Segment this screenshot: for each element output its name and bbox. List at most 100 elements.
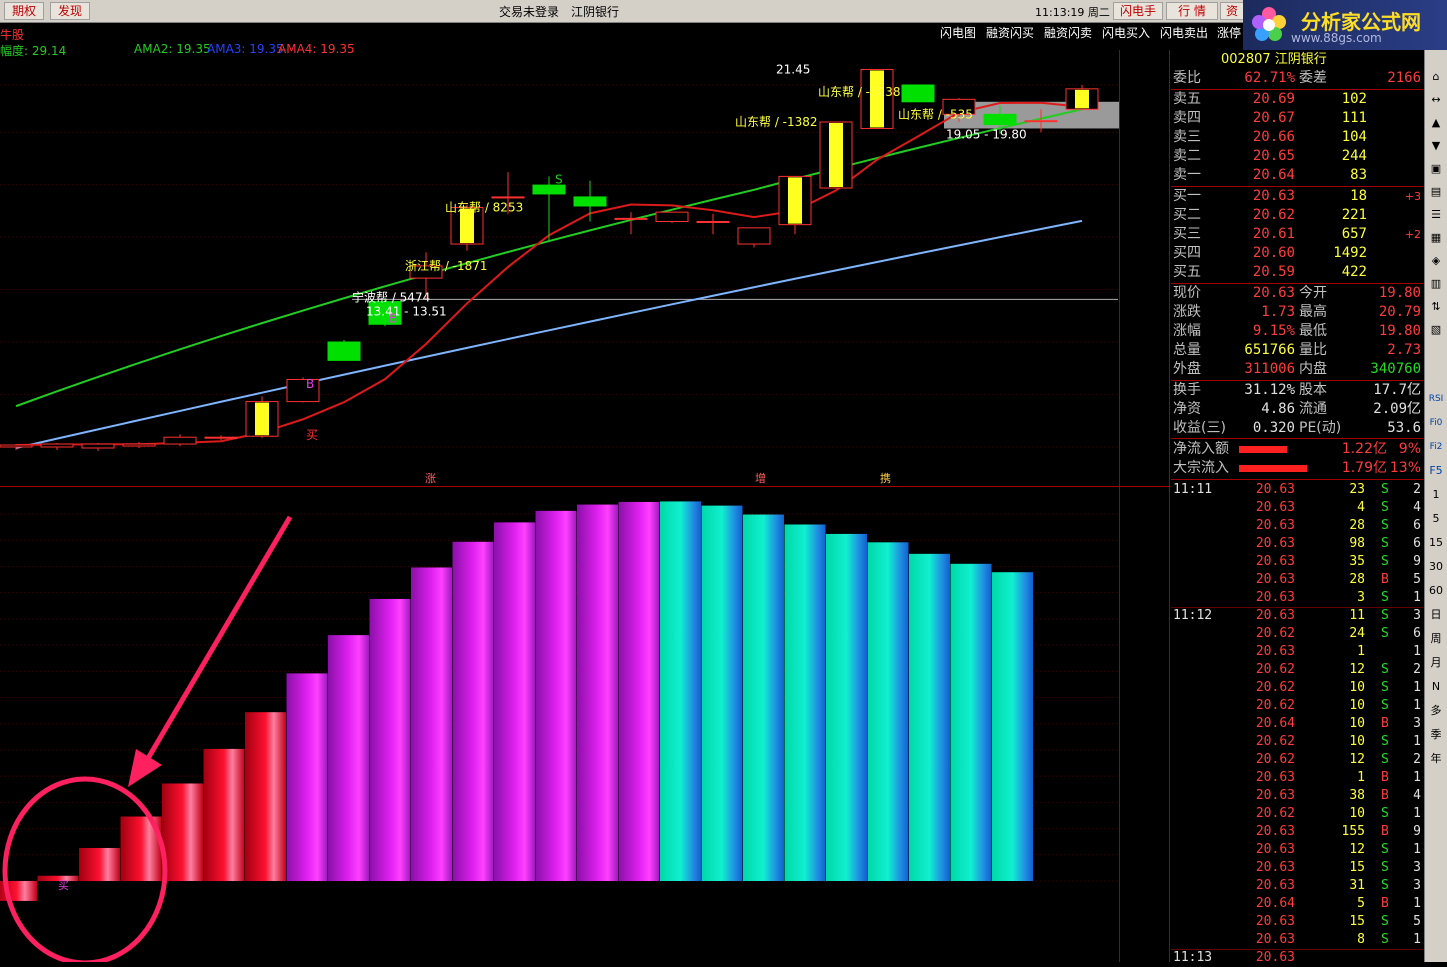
toolbar-icon[interactable]: ▣ [1427,160,1445,178]
tab-limit-up[interactable]: 涨停 [1217,24,1243,41]
toolbar-period-button[interactable]: RSI [1427,390,1445,408]
candle-body-up [204,436,238,439]
toolbar-period-button[interactable]: 年 [1427,750,1445,768]
tick-row: 20.63 15 S 3 [1255,860,1421,875]
indicator-bar [660,501,701,881]
code-title: 002807 江阴银行 [1221,52,1327,67]
tick-row: 20.63 3 S 1 [1255,590,1421,605]
candlestick-chart[interactable]: 20.7918.9017.0115.3113.7812.4011.1610.04… [0,50,1120,486]
capital-button[interactable]: 资 [1220,2,1244,20]
toolbar-period-button[interactable]: 1 [1427,486,1445,504]
ask-row[interactable]: 卖三 20.66 104 [1171,128,1423,147]
toolbar-period-button[interactable]: 60 [1427,582,1445,600]
top-menu-bar: 期权 发现 交易未登录 江阴银行 11:13:19 周二 闪电手 行 情 资 [0,0,1447,23]
toolbar-icon[interactable]: ↔ [1427,91,1445,109]
ask-row[interactable]: 卖一 20.64 83 [1171,166,1423,185]
candle-body-up [81,443,115,449]
event-label: 涨 [425,472,436,485]
indicator-bar [286,673,328,881]
tab-margin-buy[interactable]: 融资闪买 [986,24,1034,41]
ask-row[interactable]: 卖五 20.69 102 [1171,90,1423,109]
indicator-bar-chart[interactable]: 70.0065.0060.0055.0050.0045.0040.0035.00… [0,487,1120,962]
candle-body-up [737,227,771,245]
toolbar-icon[interactable]: ▤ [1427,183,1445,201]
arrow-head-icon [128,749,162,787]
toolbar-period-button[interactable]: 5 [1427,510,1445,528]
toolbar-period-button[interactable]: 季 [1427,726,1445,744]
tick-row: 20.64 10 B 3 [1255,716,1421,731]
toolbar-icon[interactable]: ⇅ [1427,298,1445,316]
tick-row: 20.63 15 S 5 [1255,914,1421,929]
candle-body-up [1024,120,1058,123]
toolbar-icon[interactable]: ▧ [1427,321,1445,339]
ma-slow-line [15,219,1083,449]
chart-annotation: 浙江帮 / -1871 [405,259,488,273]
toolbar-icon[interactable]: ☰ [1427,206,1445,224]
toolbar-period-button[interactable]: 周 [1427,630,1445,648]
toolbar-period-button[interactable]: 多 [1427,702,1445,720]
tab-flash-buy[interactable]: 闪电买入 [1102,24,1150,41]
chart-annotation: 19.05 - 19.80 [946,127,1027,141]
toolbar-icon[interactable]: ▼ [1427,137,1445,155]
flow-bar [1239,446,1287,453]
toolbar-period-button[interactable]: N [1427,678,1445,696]
indicator-bar [992,572,1033,881]
indicator-bar [577,504,618,881]
indicator-bar [743,514,784,881]
indicator-bar [162,783,203,881]
toolbar-icon[interactable]: ⌂ [1427,68,1445,86]
toolbar-period-button[interactable]: 月 [1427,654,1445,672]
toolbar-period-button[interactable]: F5 [1427,462,1445,480]
options-button[interactable]: 期权 [4,2,44,20]
ask-row[interactable]: 卖四 20.67 111 [1171,109,1423,128]
indicator-bar [79,847,120,881]
event-label: 携 [880,471,891,485]
toolbar-icon[interactable]: ◈ [1427,252,1445,270]
indicator-bar [203,748,245,881]
toolbar-icon[interactable]: ▥ [1427,275,1445,293]
flash-trade-button[interactable]: 闪电手 [1113,2,1163,20]
tick-row: 20.63 28 B 5 [1255,572,1421,587]
tick-row: 11:12 20.63 11 S 3 [1171,607,1423,623]
bid-row[interactable]: 买二 20.62 221 [1171,206,1423,225]
toolbar-period-button[interactable]: Fi0 [1427,414,1445,432]
toolbar-period-button[interactable]: Fi2 [1427,438,1445,456]
bid-row[interactable]: 买三 20.61 657 +2 [1171,225,1423,244]
tick-row: 20.62 12 S 2 [1255,752,1421,767]
tick-row: 20.63 98 S 6 [1255,536,1421,551]
toolbar-period-button[interactable]: 15 [1427,534,1445,552]
bid-row[interactable]: 买一 20.63 18 +3 [1171,187,1423,206]
candle-body-up [655,211,689,222]
indicator-bar [950,563,992,881]
tick-row: 20.63 1 1 [1255,644,1421,659]
quote-button[interactable]: 行 情 [1166,2,1218,20]
tick-row: 20.62 12 S 2 [1255,662,1421,677]
clock: 11:13:19 周二 [1035,6,1110,19]
chart-annotation: 山东帮 / -1382 [735,115,818,129]
fundamental-row: 收益(三) 0.320 PE(动) 53.6 [1173,420,1421,436]
toolbar-icon[interactable]: ▲ [1427,114,1445,132]
toolbar-period-button[interactable]: 日 [1427,606,1445,624]
flow-row: 净流入额 1.22亿 9% [1173,441,1421,457]
toolbar-icon[interactable]: ▦ [1427,229,1445,247]
bid-row[interactable]: 买五 20.59 422 [1171,263,1423,282]
flow-row: 大宗流入 1.79亿 13% [1173,460,1421,476]
chart-annotation: 山东帮 / -3238 [818,85,901,99]
tick-row: 20.62 10 S 1 [1255,680,1421,695]
quote-row: 现价 20.63 今开 19.80 [1173,285,1421,301]
tick-row: 20.63 4 S 4 [1255,500,1421,515]
tab-flash-chart[interactable]: 闪电图 [940,24,976,41]
quote-row: 涨跌 1.73 最高 20.79 [1173,304,1421,320]
tab-margin-sell[interactable]: 融资闪卖 [1044,24,1092,41]
event-label: 增 [755,471,766,485]
panel-divider [1169,50,1170,962]
candle-body-up [40,443,74,448]
candle-body-down [327,341,361,361]
tick-row: 20.64 5 B 1 [1255,896,1421,911]
ask-row[interactable]: 卖二 20.65 244 [1171,147,1423,166]
toolbar-period-button[interactable]: 30 [1427,558,1445,576]
bid-row[interactable]: 买四 20.60 1492 [1171,244,1423,263]
tab-flash-sell[interactable]: 闪电卖出 [1160,24,1208,41]
chart-annotation: 买 [306,428,318,442]
discover-button[interactable]: 发现 [50,2,90,20]
